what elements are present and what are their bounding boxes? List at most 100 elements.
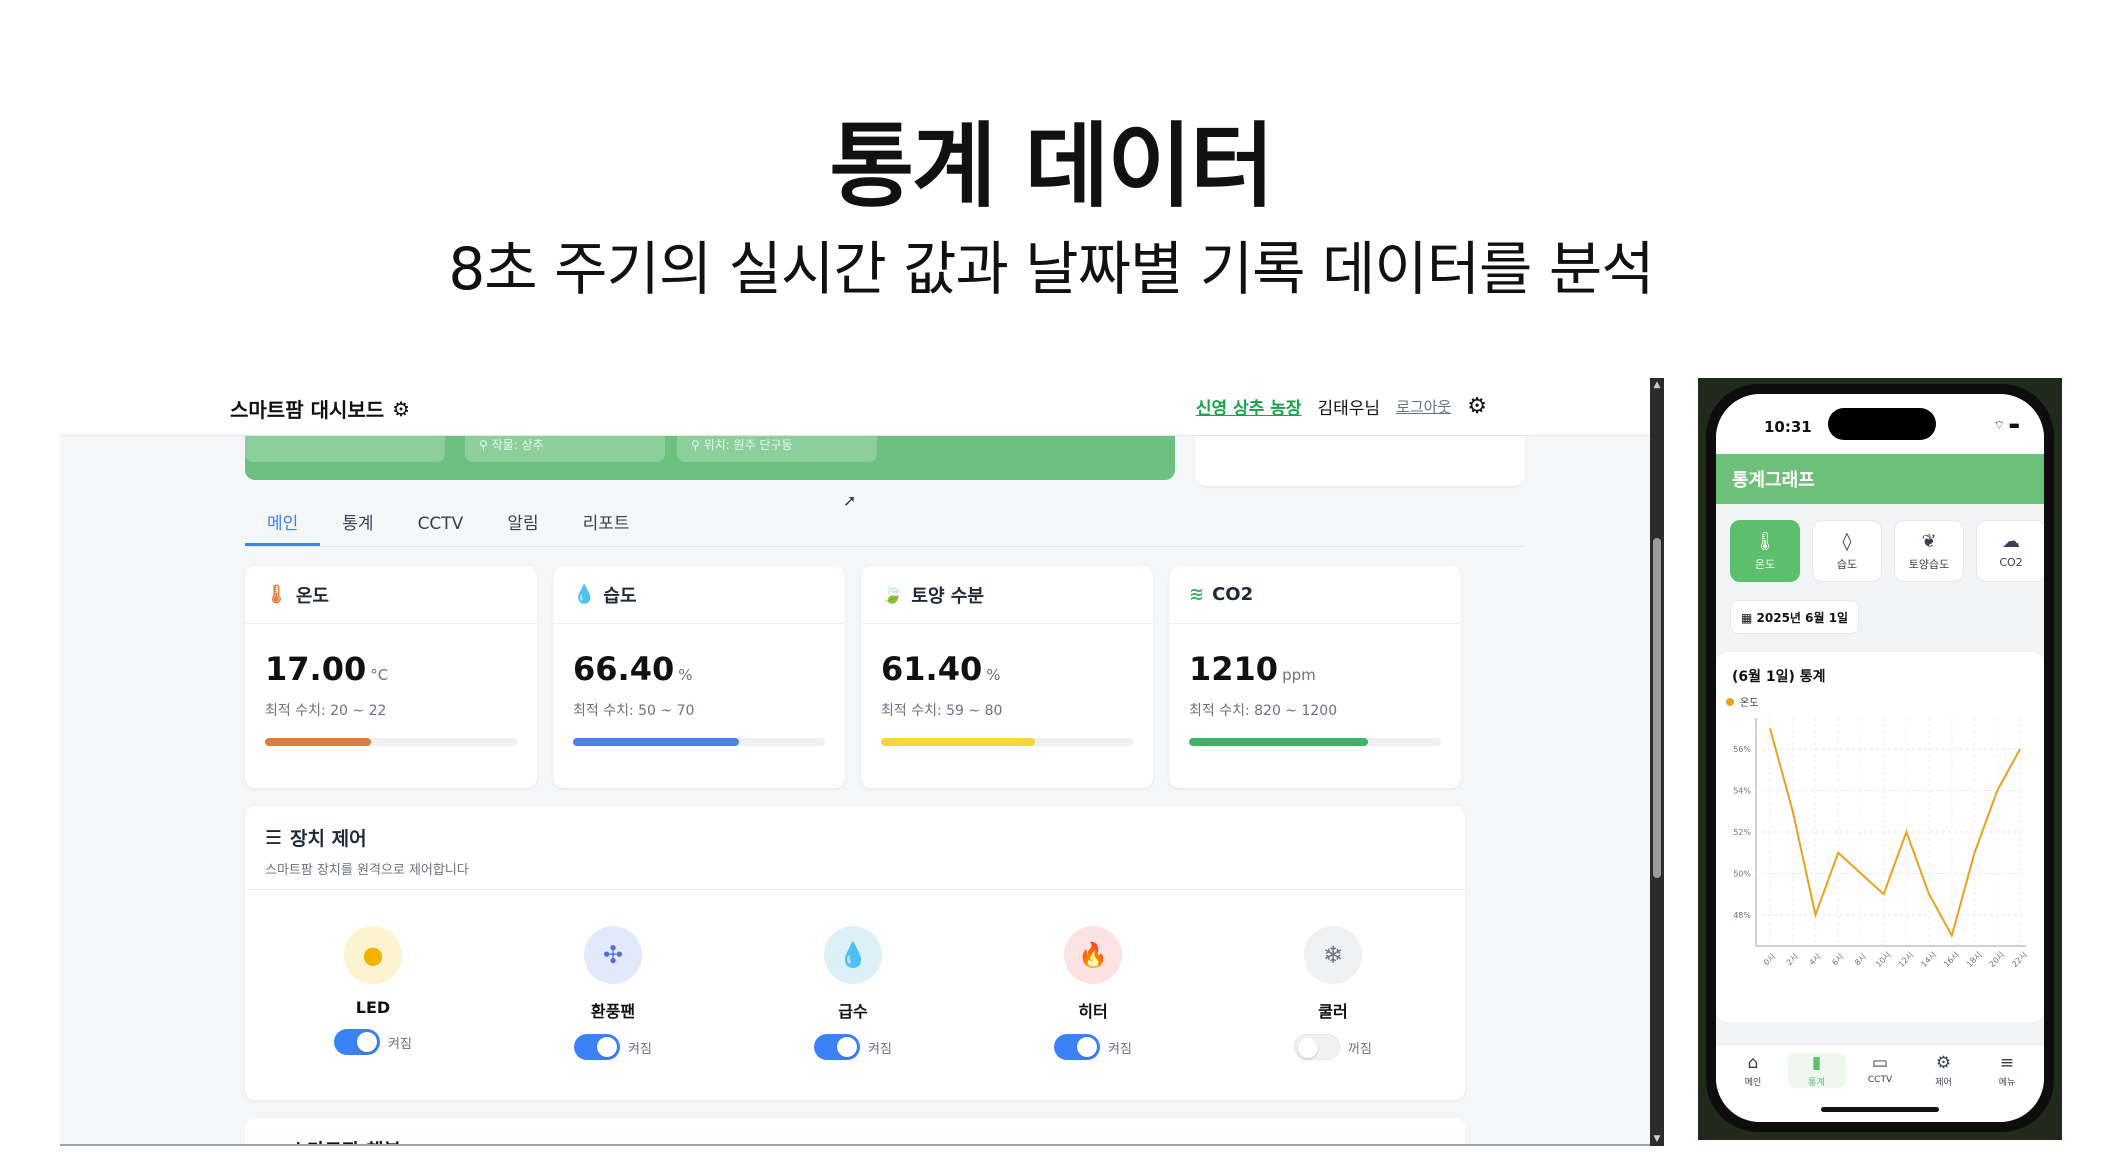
category-soil[interactable]: ❦ 토양습도 <box>1894 520 1964 582</box>
settings-gear-icon[interactable]: ⚙ <box>1467 394 1487 419</box>
brand[interactable]: 스마트팜 대시보드 ⚙ <box>230 394 410 423</box>
top-right-card <box>1195 430 1525 486</box>
tab-report[interactable]: 리포트 <box>561 506 652 546</box>
cloud-icon: ☁ <box>2002 531 2020 552</box>
metric-range: 최적 수치: 50 ~ 70 <box>573 703 695 719</box>
category-selector: 🌡 온도 ◊ 습도 ❦ 토양습도 ☁ CO2 <box>1730 520 2044 582</box>
farm-link[interactable]: 신영 상추 농장 <box>1196 394 1302 419</box>
metric-card-co2: ≋ CO2 1210 ppm 최적 수치: 820 ~ 1200 <box>1169 566 1461 788</box>
snowflake-icon: ❄ <box>1304 926 1362 984</box>
x-tick-label: 20시 <box>1988 950 2007 969</box>
tab-bar: 메인 통계 CCTV 알림 리포트 <box>245 506 652 546</box>
slide-title: 통계 데이터 <box>829 113 1274 220</box>
metric-bar <box>1189 738 1441 746</box>
control-title: 장치 제어 <box>290 828 367 850</box>
cooler-toggle[interactable] <box>1294 1034 1341 1060</box>
scroll-thumb[interactable] <box>1653 538 1661 878</box>
metric-range: 최적 수치: 20 ~ 22 <box>265 703 387 719</box>
scroll-up-arrow-icon[interactable]: ▲ <box>1652 380 1662 390</box>
x-tick-label: 6시 <box>1830 952 1845 967</box>
x-tick-label: 14시 <box>1919 950 1938 969</box>
metric-value: 61.40 <box>881 650 983 688</box>
thermometer-icon: 🌡 <box>265 584 288 605</box>
category-co2[interactable]: ☁ CO2 <box>1976 520 2044 582</box>
nav-cctv[interactable]: ▭ CCTV <box>1851 1053 1909 1088</box>
legend-label: 온도 <box>1740 698 1759 709</box>
tab-alerts[interactable]: 알림 <box>485 506 560 546</box>
chart-card: (6월 1일) 통계 온도 56% 54% 52% 50% 48% 0시 2시 4시 6시 8시 1… <box>1716 652 2044 1022</box>
y-tick-label: 54% <box>1733 787 1751 796</box>
metric-range: 최적 수치: 59 ~ 80 <box>881 703 1003 719</box>
droplet-icon: 💧 <box>573 584 596 605</box>
phone-app-title: 통계그래프 <box>1716 454 2044 504</box>
device-heater: 🔥 히터 켜짐 <box>1023 926 1163 1060</box>
slide-subtitle: 8초 주기의 실시간 값과 날짜별 기록 데이터를 분석 <box>448 235 1654 303</box>
temperature-line-chart: 56% 54% 52% 50% 48% 0시 2시 4시 6시 8시 10시 12시 14시 16시 18시… <box>1733 718 2029 969</box>
nav-control[interactable]: ⚙ 제어 <box>1915 1053 1973 1088</box>
status-bar: 10:31 ⌔ ▬ <box>1716 394 2044 454</box>
slide: 통계 데이터 8초 주기의 실시간 값과 날짜별 기록 데이터를 분석 ⚲ 작물… <box>0 0 2102 1171</box>
nav-stats[interactable]: ▮ 통계 <box>1787 1053 1846 1088</box>
logout-link[interactable]: 로그아웃 <box>1396 396 1451 417</box>
y-tick-label: 48% <box>1733 911 1751 920</box>
status-icons: ⌔ ▬ <box>1994 418 2020 433</box>
app-header: 스마트팜 대시보드 ⚙ 신영 상추 농장 김태우님 로그아웃 ⚙ <box>60 378 1662 436</box>
metric-bar-fill <box>881 738 1035 746</box>
chatbot-card: ●스마트팜 챗봇 <box>245 1118 1465 1145</box>
scrollbar[interactable]: ▲ ▼ <box>1650 378 1664 1146</box>
metric-bar-fill <box>573 738 740 746</box>
tab-main[interactable]: 메인 <box>245 506 321 546</box>
leaf-icon: 🍃 <box>881 584 904 605</box>
phone-frame: 10:31 ⌔ ▬ 통계그래프 🌡 온도 ◊ 습도 ❦ 토양습도 ☁ CO2 ▦ 202… <box>1706 384 2054 1132</box>
camera-icon: ▭ <box>1871 1053 1889 1073</box>
leaf-icon: ❦ <box>1921 531 1937 552</box>
chat-icon: ● <box>265 1139 282 1145</box>
x-tick-label: 4시 <box>1808 952 1823 967</box>
category-humidity[interactable]: ◊ 습도 <box>1812 520 1882 582</box>
metric-bar <box>881 738 1133 746</box>
nav-main[interactable]: ⌂ 메인 <box>1724 1053 1782 1088</box>
led-toggle[interactable] <box>334 1029 381 1055</box>
device-fan: ✣ 환풍팬 켜짐 <box>543 926 683 1060</box>
tab-cctv[interactable]: CCTV <box>396 506 486 546</box>
tab-stats[interactable]: 통계 <box>320 506 395 546</box>
status-time: 10:31 <box>1764 418 1812 436</box>
gear-icon: ⚙ <box>392 396 411 421</box>
tabs-divider <box>245 546 1525 547</box>
chart-legend: 온도 <box>1726 694 1758 709</box>
metric-value: 66.40 <box>573 650 675 688</box>
scroll-down-arrow-icon[interactable]: ▼ <box>1652 1134 1662 1144</box>
user-name: 김태우님 <box>1317 399 1381 419</box>
device-water: 💧 급수 켜짐 <box>783 926 923 1060</box>
x-tick-label: 2시 <box>1785 952 1800 967</box>
bar-chart-icon: ▮ <box>1811 1053 1822 1073</box>
chart-title: (6월 1일) 통계 <box>1732 669 1826 685</box>
settings-icon: ⚙ <box>1935 1053 1952 1073</box>
thermometer-icon: 🌡 <box>1753 531 1777 552</box>
desktop-dashboard: ⚲ 작물: 상추 ⚲ 위치: 원주 단구동 스마트팜 대시보드 ⚙ 신영 상추 … <box>60 378 1662 1146</box>
metric-card-temperature: 🌡 온도 17.00 °C 최적 수치: 20 ~ 22 <box>245 566 537 788</box>
dynamic-island <box>1828 408 1936 440</box>
heater-toggle[interactable] <box>1054 1034 1101 1060</box>
header-actions: 신영 상추 농장 김태우님 로그아웃 ⚙ <box>1196 394 1487 419</box>
fan-toggle[interactable] <box>574 1034 621 1060</box>
x-tick-label: 12시 <box>1897 950 1916 969</box>
x-tick-label: 10시 <box>1874 950 1893 969</box>
device-control-card: ☰ 장치 제어 스마트팜 장치를 원격으로 제어합니다 ● LED 켜짐 ✣ 환풍… <box>245 806 1465 1100</box>
water-toggle[interactable] <box>814 1034 861 1060</box>
category-temperature[interactable]: 🌡 온도 <box>1730 520 1800 582</box>
farm-info-banner: ⚲ 작물: 상추 ⚲ 위치: 원주 단구동 <box>245 430 1175 480</box>
y-tick-label: 50% <box>1733 869 1751 878</box>
fan-icon: ✣ <box>584 926 642 984</box>
metric-bar <box>573 738 825 746</box>
nav-menu[interactable]: ≡ 메뉴 <box>1978 1053 2036 1088</box>
metric-value: 1210 <box>1189 650 1279 688</box>
x-tick-label: 16시 <box>1942 950 1961 969</box>
bulb-icon: ● <box>344 926 402 984</box>
legend-dot <box>1726 697 1734 706</box>
metric-range: 최적 수치: 820 ~ 1200 <box>1189 703 1338 719</box>
date-picker[interactable]: ▦ 2025년 6월 1일 <box>1730 600 1860 634</box>
x-tick-label: 22시 <box>2010 950 2029 969</box>
mouse-cursor-icon: ➚ <box>843 491 857 510</box>
bottom-nav: ⌂ 메인 ▮ 통계 ▭ CCTV ⚙ 제어 ≡ 메뉴 <box>1716 1044 2044 1122</box>
